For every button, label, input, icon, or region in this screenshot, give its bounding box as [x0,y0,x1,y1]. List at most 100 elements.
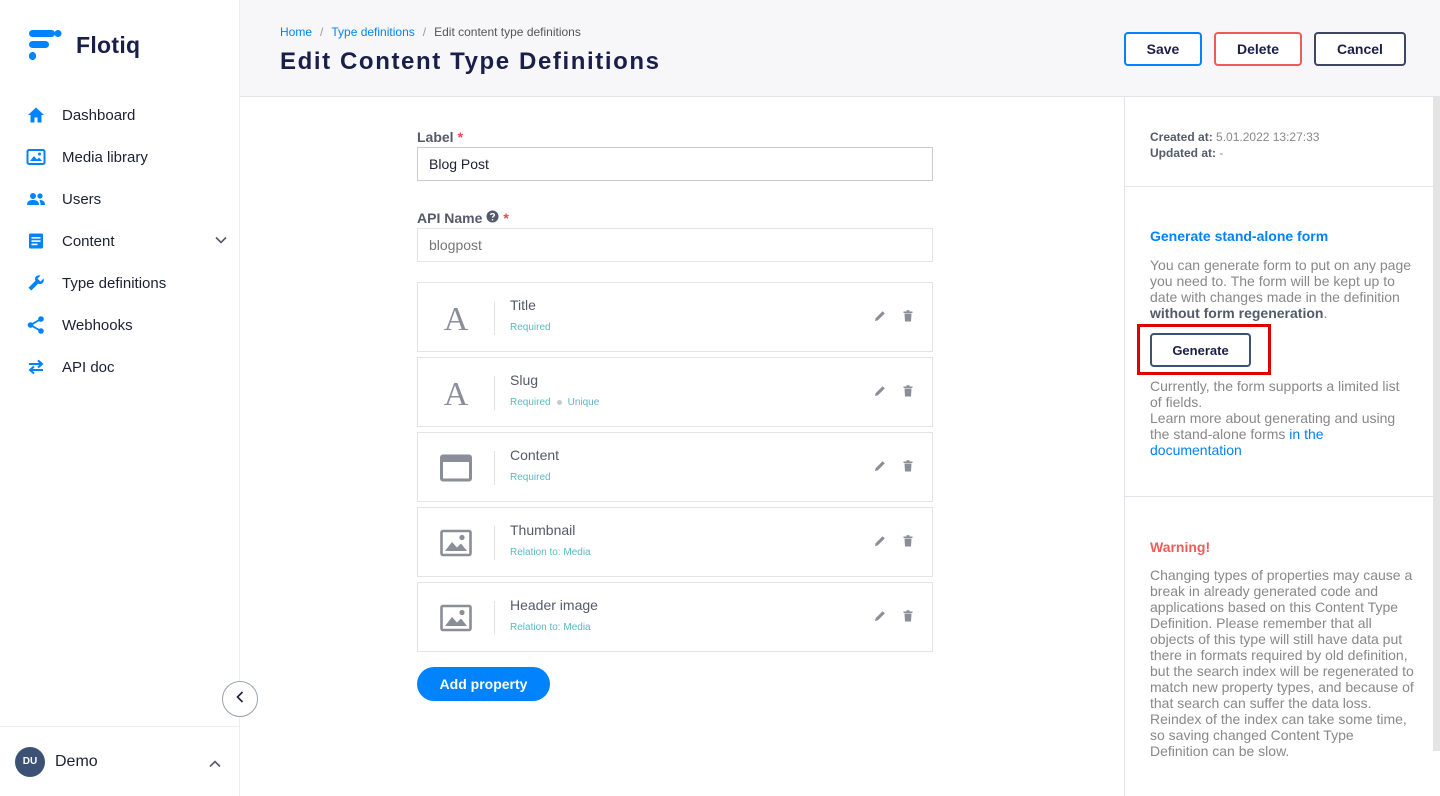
required-tag: Required [510,322,551,333]
updated-at-value: - [1219,146,1224,160]
breadcrumb-separator: / [320,25,324,39]
unique-tag: Unique [567,397,600,408]
breadcrumb: Home / Type definitions / Edit content t… [280,25,581,39]
pencil-icon[interactable] [873,309,887,328]
sidebar-item-label: Type definitions [62,274,167,292]
property-meta: Required [510,472,551,483]
description-end: . [1323,305,1328,321]
chevron-down-icon[interactable] [214,233,228,252]
property-card-slug[interactable]: A Slug Required Unique [417,357,933,427]
pencil-icon[interactable] [873,459,887,478]
description-bold: without form regeneration [1150,305,1324,321]
note-learn-more: Learn more about generating and using th… [1150,410,1415,458]
main-content: Label * API Name * A Title Required A Sl… [240,97,1124,796]
sidebar-item-webhooks[interactable]: Webhooks [0,304,240,346]
text-icon: A [438,300,474,336]
chevron-up-icon[interactable] [208,757,222,776]
svg-text:A: A [444,303,469,333]
property-card-title[interactable]: A Title Required [417,282,933,352]
sidebar-item-media-library[interactable]: Media library [0,136,240,178]
generate-button[interactable]: Generate [1150,333,1251,367]
cancel-button[interactable]: Cancel [1314,32,1406,66]
sidebar-item-users[interactable]: Users [0,178,240,220]
property-name: Header image [510,597,598,613]
property-meta: Required Unique [510,397,599,408]
trash-icon[interactable] [901,459,915,478]
collapse-sidebar-button[interactable] [222,681,258,717]
property-meta: Relation to: Media [510,622,591,633]
logo-text: Flotiq [76,31,141,58]
property-card-thumbnail[interactable]: Thumbnail Relation to: Media [417,507,933,577]
breadcrumb-current: Edit content type definitions [434,25,581,39]
api-name-label: API Name [417,210,483,226]
property-meta: Required [510,322,551,333]
share-icon [26,315,46,335]
pencil-icon[interactable] [873,534,887,553]
trash-icon[interactable] [901,309,915,328]
api-name-field-title: API Name * [417,210,509,226]
image-icon [438,525,474,561]
property-card-header-image[interactable]: Header image Relation to: Media [417,582,933,652]
pencil-icon[interactable] [873,609,887,628]
property-meta: Relation to: Media [510,547,591,558]
divider [494,526,495,560]
pencil-icon[interactable] [873,384,887,403]
breadcrumb-home[interactable]: Home [280,25,312,39]
property-name: Thumbnail [510,522,576,538]
sidebar-item-content[interactable]: Content [0,220,240,262]
description-text: You can generate form to put on any page… [1150,257,1412,305]
swap-arrows-icon [26,357,46,377]
page-header: Home / Type definitions / Edit content t… [240,0,1440,97]
label-field-title: Label * [417,129,463,145]
label-input[interactable] [417,147,933,181]
divider [1125,496,1434,497]
trash-icon[interactable] [901,609,915,628]
scrollbar[interactable] [1433,97,1440,751]
help-icon[interactable] [486,210,499,226]
trash-icon[interactable] [901,534,915,553]
sidebar-item-label: Webhooks [62,316,133,334]
delete-button[interactable]: Delete [1214,32,1302,66]
sidebar-item-label: Media library [62,148,148,166]
label-field-label: Label [417,129,454,145]
flotiq-logo-icon [29,30,62,60]
separator-dot [556,400,562,405]
richtext-window-icon [438,450,474,486]
sidebar-item-api-doc[interactable]: API doc [0,346,240,388]
chevron-left-icon [233,690,247,709]
info-panel: Created at: 5.01.2022 13:27:33 Updated a… [1124,97,1434,796]
sidebar-item-type-definitions[interactable]: Type definitions [0,262,240,304]
add-property-button[interactable]: Add property [417,667,550,701]
sidebar-item-dashboard[interactable]: Dashboard [0,94,240,136]
flotiq-logo[interactable]: Flotiq [26,28,140,62]
timestamps: Created at: 5.01.2022 13:27:33 Updated a… [1150,129,1319,161]
property-card-content[interactable]: Content Required [417,432,933,502]
save-button[interactable]: Save [1124,32,1202,66]
standalone-form-description: You can generate form to put on any page… [1150,257,1415,321]
home-icon [26,105,46,125]
property-name: Content [510,447,560,463]
updated-at: Updated at: - [1150,145,1319,161]
user-menu[interactable]: DU Demo [0,726,240,796]
breadcrumb-type-definitions[interactable]: Type definitions [331,25,414,39]
divider [494,301,495,335]
users-icon [26,189,46,209]
sidebar-item-label: Content [62,232,115,250]
breadcrumb-separator: / [422,25,427,39]
warning-title: Warning! [1150,539,1211,555]
trash-icon[interactable] [901,384,915,403]
note-learn-more-text: Learn more about generating and using th… [1150,410,1396,442]
api-name-input [417,228,933,262]
warning-text: Changing types of properties may cause a… [1150,567,1414,759]
image-icon [438,600,474,636]
note-text: Currently, the form supports a limited l… [1150,378,1400,410]
divider [494,451,495,485]
page-title: Edit Content Type Definitions [280,48,661,75]
text-icon: A [438,375,474,411]
required-marker: * [457,129,464,145]
sidebar: Flotiq Dashboard Media library Users Con… [0,0,240,796]
divider [1125,186,1434,187]
property-name: Slug [510,372,539,388]
avatar: DU [15,746,45,777]
divider [494,376,495,410]
